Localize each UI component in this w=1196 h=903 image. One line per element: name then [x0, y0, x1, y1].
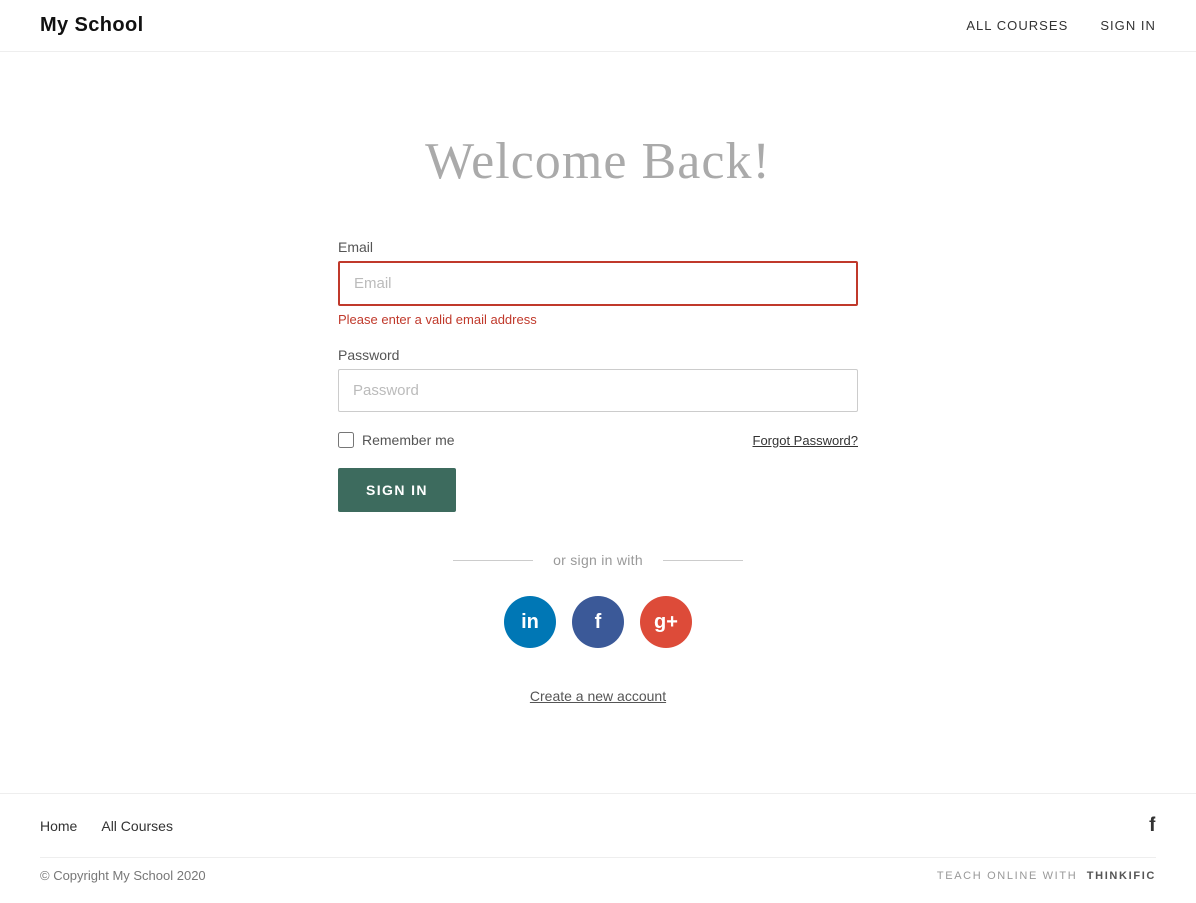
divider-line-right	[663, 560, 743, 561]
thinkific-brand: TEACH ONLINE WITH THINKIFIC	[937, 870, 1156, 882]
social-divider: or sign in with	[338, 552, 858, 568]
footer-all-courses-link[interactable]: All Courses	[101, 818, 173, 834]
all-courses-nav-link[interactable]: ALL COURSES	[966, 18, 1068, 33]
footer-nav: Home All Courses	[40, 818, 173, 834]
form-options-row: Remember me Forgot Password?	[338, 432, 858, 448]
footer-facebook-icon[interactable]: 𝐟	[1149, 814, 1156, 837]
footer-top: Home All Courses 𝐟	[40, 814, 1156, 837]
thinkific-prefix: TEACH ONLINE WITH	[937, 870, 1078, 882]
site-title: My School	[40, 14, 144, 37]
password-form-group: Password	[338, 347, 858, 412]
forgot-password-link[interactable]: Forgot Password?	[753, 433, 859, 448]
header-nav: ALL COURSES SIGN IN	[966, 18, 1156, 33]
email-form-group: Email Please enter a valid email address	[338, 239, 858, 327]
site-header: My School ALL COURSES SIGN IN	[0, 0, 1196, 52]
footer-bottom: © Copyright My School 2020 TEACH ONLINE …	[40, 857, 1156, 883]
email-input[interactable]	[338, 261, 858, 306]
linkedin-signin-button[interactable]: in	[504, 596, 556, 648]
email-label: Email	[338, 239, 858, 255]
create-account-link[interactable]: Create a new account	[530, 688, 666, 704]
facebook-signin-button[interactable]: f	[572, 596, 624, 648]
create-account-section: Create a new account	[338, 688, 858, 706]
thinkific-name: THINKIFIC	[1087, 870, 1156, 882]
main-content: Welcome Back! Email Please enter a valid…	[0, 52, 1196, 793]
password-label: Password	[338, 347, 858, 363]
remember-me-checkbox[interactable]	[338, 432, 354, 448]
footer-home-link[interactable]: Home	[40, 818, 77, 834]
linkedin-icon: in	[521, 611, 539, 634]
remember-me-group: Remember me	[338, 432, 455, 448]
login-form-container: Email Please enter a valid email address…	[338, 239, 858, 746]
site-footer: Home All Courses 𝐟 © Copyright My School…	[0, 793, 1196, 903]
google-signin-button[interactable]: g+	[640, 596, 692, 648]
google-icon: g+	[654, 611, 678, 634]
remember-me-label[interactable]: Remember me	[362, 432, 455, 448]
facebook-icon: f	[595, 611, 602, 634]
copyright-text: © Copyright My School 2020	[40, 868, 206, 883]
divider-line-left	[453, 560, 533, 561]
sign-in-nav-link[interactable]: SIGN IN	[1100, 18, 1156, 33]
social-divider-text: or sign in with	[553, 552, 643, 568]
social-icons-group: in f g+	[338, 596, 858, 648]
email-error-message: Please enter a valid email address	[338, 312, 858, 327]
sign-in-button[interactable]: SIGN IN	[338, 468, 456, 512]
welcome-title: Welcome Back!	[425, 132, 771, 191]
password-input[interactable]	[338, 369, 858, 412]
